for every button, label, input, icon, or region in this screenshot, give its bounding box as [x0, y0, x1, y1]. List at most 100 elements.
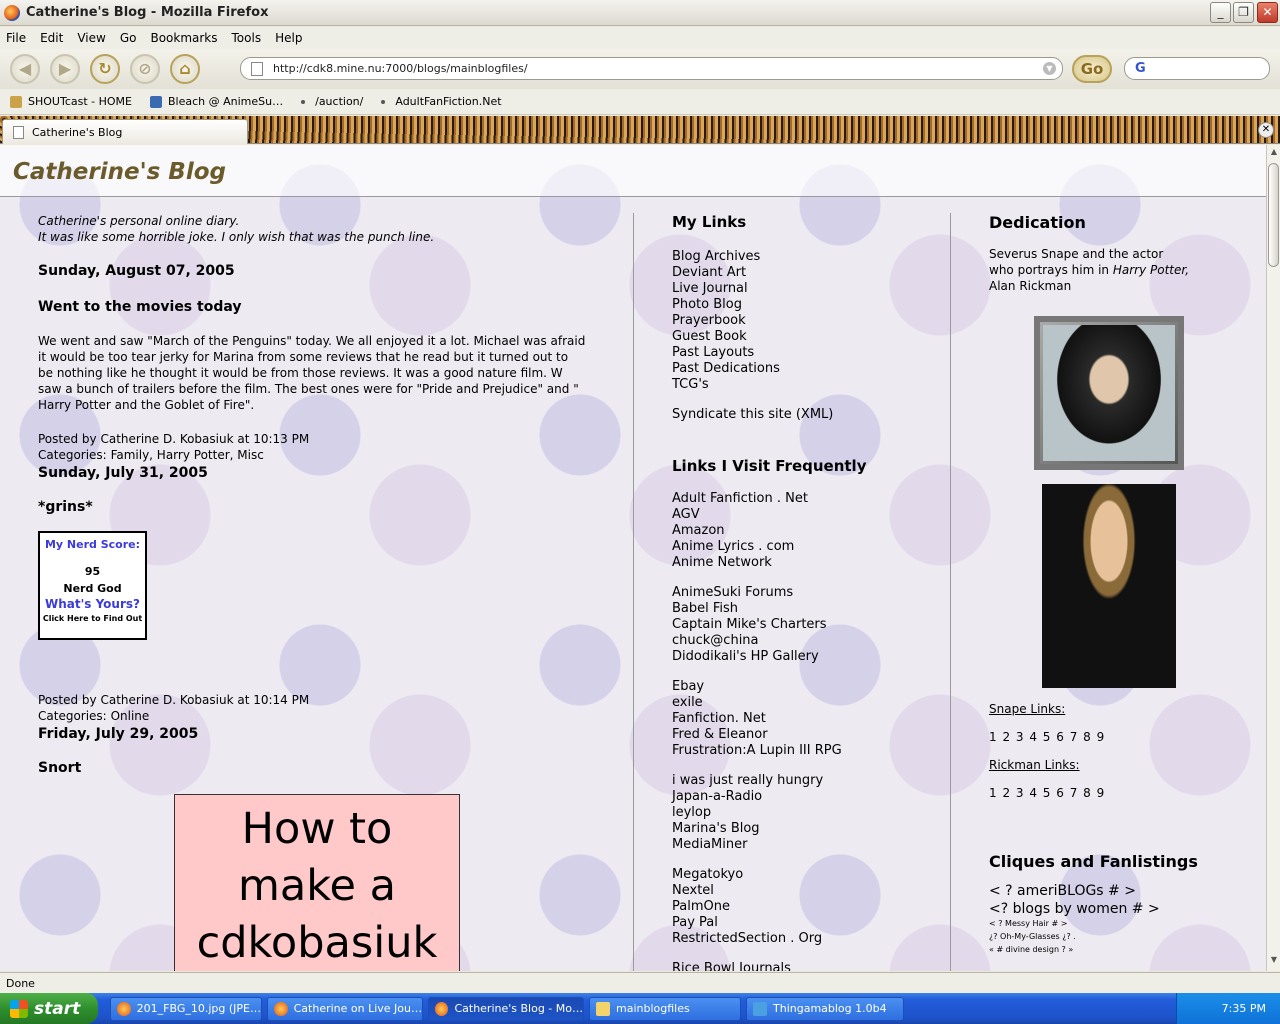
post-byline: Posted by Catherine D. Kobasiuk at 10:14… — [38, 693, 310, 707]
bookmark-shoutcast[interactable]: SHOUTcast - HOME — [10, 95, 132, 108]
frequent-link-item[interactable]: Megatokyo — [672, 867, 932, 883]
forward-button[interactable]: ▶ — [50, 54, 80, 84]
categories-links[interactable]: Family, Harry Potter, Misc — [111, 448, 264, 462]
frequent-link-item[interactable]: Marina's Blog — [672, 821, 932, 837]
url-text: http://cdk8.mine.nu:7000/blogs/mainblogf… — [273, 62, 528, 75]
my-link-item[interactable]: Prayerbook — [672, 313, 932, 329]
frequent-link-item[interactable]: Captain Mike's Charters — [672, 617, 932, 633]
back-button[interactable]: ◀ — [10, 54, 40, 84]
frequent-link-item[interactable]: Rice Bowl Journals — [672, 961, 932, 971]
clique-blogs-by-women[interactable]: <? blogs by women # > — [989, 901, 1259, 917]
my-link-item[interactable]: Blog Archives — [672, 249, 932, 265]
close-button[interactable]: ✕ — [1257, 2, 1278, 23]
frequent-link-item[interactable]: AnimeSuki Forums — [672, 585, 932, 601]
syndicate-link[interactable]: Syndicate this site (XML) — [672, 407, 932, 423]
frequent-link-item[interactable]: Nextel — [672, 883, 932, 899]
menu-edit[interactable]: Edit — [40, 31, 63, 45]
my-link-item[interactable]: Photo Blog — [672, 297, 932, 313]
frequent-link-item[interactable]: PalmOne — [672, 899, 932, 915]
snape-links-numbers[interactable]: 1 2 3 4 5 6 7 8 9 — [989, 730, 1259, 744]
go-button[interactable]: Go — [1072, 55, 1112, 83]
post-meta: Posted by Catherine D. Kobasiuk at 10:14… — [38, 692, 598, 724]
close-tab-icon[interactable]: ✕ — [1258, 122, 1274, 138]
frequent-link-item[interactable]: Fanfiction. Net — [672, 711, 932, 727]
home-button[interactable]: ⌂ — [170, 54, 200, 84]
clique-small[interactable]: « # divine design ? » — [989, 943, 1259, 956]
tab-catherines-blog[interactable]: Catherine's Blog — [2, 119, 248, 144]
vertical-scrollbar[interactable]: ▲ ▼ — [1266, 145, 1280, 971]
frequent-link-item[interactable]: Adult Fanfiction . Net — [672, 491, 932, 507]
my-link-item[interactable]: TCG's — [672, 377, 932, 393]
scroll-down-icon[interactable]: ▼ — [1268, 955, 1280, 969]
history-dropdown-icon[interactable]: ▼ — [1043, 62, 1056, 75]
clique-small[interactable]: < ? Messy Hair # > — [989, 917, 1259, 930]
frequent-link-item[interactable]: Frustration:A Lupin III RPG — [672, 743, 932, 759]
menu-help[interactable]: Help — [275, 31, 302, 45]
categories-links[interactable]: Online — [111, 709, 150, 723]
stop-button[interactable]: ⊘ — [130, 54, 160, 84]
nerd-badge-heading: My Nerd Score: — [44, 538, 141, 551]
dedication-heading: Dedication — [989, 213, 1086, 232]
start-button[interactable]: start — [0, 993, 98, 1024]
reload-button[interactable]: ↻ — [90, 54, 120, 84]
my-link-item[interactable]: Deviant Art — [672, 265, 932, 281]
frequent-link-item[interactable]: Anime Lyrics . com — [672, 539, 932, 555]
my-link-item[interactable]: Past Dedications — [672, 361, 932, 377]
rickman-links-numbers[interactable]: 1 2 3 4 5 6 7 8 9 — [989, 786, 1259, 800]
frequent-link-item[interactable]: chuck@china — [672, 633, 932, 649]
frequent-link-item[interactable]: Babel Fish — [672, 601, 932, 617]
scroll-up-icon[interactable]: ▲ — [1268, 147, 1280, 161]
task-image-viewer[interactable]: 201_FBG_10.jpg (JPE… — [110, 996, 262, 1021]
search-input[interactable]: G — [1124, 57, 1270, 80]
how-to-line: How to — [241, 804, 393, 854]
frequent-link-item[interactable]: exile — [672, 695, 932, 711]
menu-file[interactable]: File — [6, 31, 26, 45]
frequent-link-item[interactable]: Pay Pal — [672, 915, 932, 931]
scroll-thumb[interactable] — [1268, 163, 1279, 267]
frequent-link-item[interactable]: Amazon — [672, 523, 932, 539]
my-link-item[interactable]: Guest Book — [672, 329, 932, 345]
menu-bookmarks[interactable]: Bookmarks — [150, 31, 217, 45]
main-column: Catherine's personal online diary. It wa… — [38, 213, 598, 971]
post-meta: Posted by Catherine D. Kobasiuk at 10:13… — [38, 431, 598, 463]
task-thingamablog[interactable]: Thingamablog 1.0b4 — [746, 996, 904, 1021]
frequent-link-item[interactable]: Japan-a-Radio — [672, 789, 932, 805]
how-to-line: make a — [237, 861, 397, 911]
taskbar: start 201_FBG_10.jpg (JPE… Catherine on … — [0, 993, 1280, 1024]
frequent-link-item[interactable]: MediaMiner — [672, 837, 932, 853]
clique-small[interactable]: ¿? Oh-My-Glasses ¿? . — [989, 930, 1259, 943]
minimize-button[interactable]: _ — [1210, 2, 1231, 23]
frequent-link-item[interactable]: AGV — [672, 507, 932, 523]
maximize-button[interactable]: ❐ — [1233, 2, 1254, 23]
address-bar[interactable]: http://cdk8.mine.nu:7000/blogs/mainblogf… — [240, 57, 1063, 80]
frequent-link-item[interactable]: i was just really hungry — [672, 773, 932, 789]
frequent-link-item[interactable]: Fred & Eleanor — [672, 727, 932, 743]
frequent-link-item[interactable]: Anime Network — [672, 555, 932, 571]
frequent-link-item[interactable]: Didodikali's HP Gallery — [672, 649, 932, 665]
bookmark-auction[interactable]: /auction/ — [301, 95, 363, 108]
folder-icon — [596, 1001, 610, 1016]
my-link-item[interactable]: Live Journal — [672, 281, 932, 297]
bullet-icon — [301, 99, 306, 104]
my-link-item[interactable]: Past Layouts — [672, 345, 932, 361]
frequent-link-item[interactable]: Ebay — [672, 679, 932, 695]
frequent-link-item[interactable]: RestrictedSection . Org — [672, 931, 932, 947]
blog-title[interactable]: Catherine's Blog — [13, 159, 226, 185]
task-live-journal[interactable]: Catherine on Live Jou… — [267, 996, 423, 1021]
task-catherines-blog[interactable]: Catherine's Blog - Mo… — [428, 996, 584, 1021]
nerd-badge-question: What's Yours? — [44, 597, 140, 611]
bookmark-bleach[interactable]: Bleach @ AnimeSu… — [149, 95, 283, 108]
menu-tools[interactable]: Tools — [232, 31, 262, 45]
bookmark-adultfanfiction[interactable]: AdultFanFiction.Net — [381, 95, 502, 108]
menu-go[interactable]: Go — [120, 31, 137, 45]
menu-view[interactable]: View — [77, 31, 105, 45]
clique-ameriblogs[interactable]: < ? ameriBLOGs # > — [989, 883, 1259, 899]
nerd-badge-score: 95 — [84, 565, 101, 578]
navigation-toolbar: ◀ ▶ ↻ ⊘ ⌂ http://cdk8.mine.nu:7000/blogs… — [0, 49, 1280, 89]
nerd-score-badge[interactable]: My Nerd Score: 95 Nerd God What's Yours?… — [38, 531, 147, 640]
bullet-icon — [381, 99, 386, 104]
frequent-link-item[interactable]: leylop — [672, 805, 932, 821]
menu-bar: File Edit View Go Bookmarks Tools Help — [0, 27, 1280, 49]
task-mainblogfiles[interactable]: mainblogfiles — [589, 996, 741, 1021]
window-title: Catherine's Blog - Mozilla Firefox — [26, 5, 269, 20]
